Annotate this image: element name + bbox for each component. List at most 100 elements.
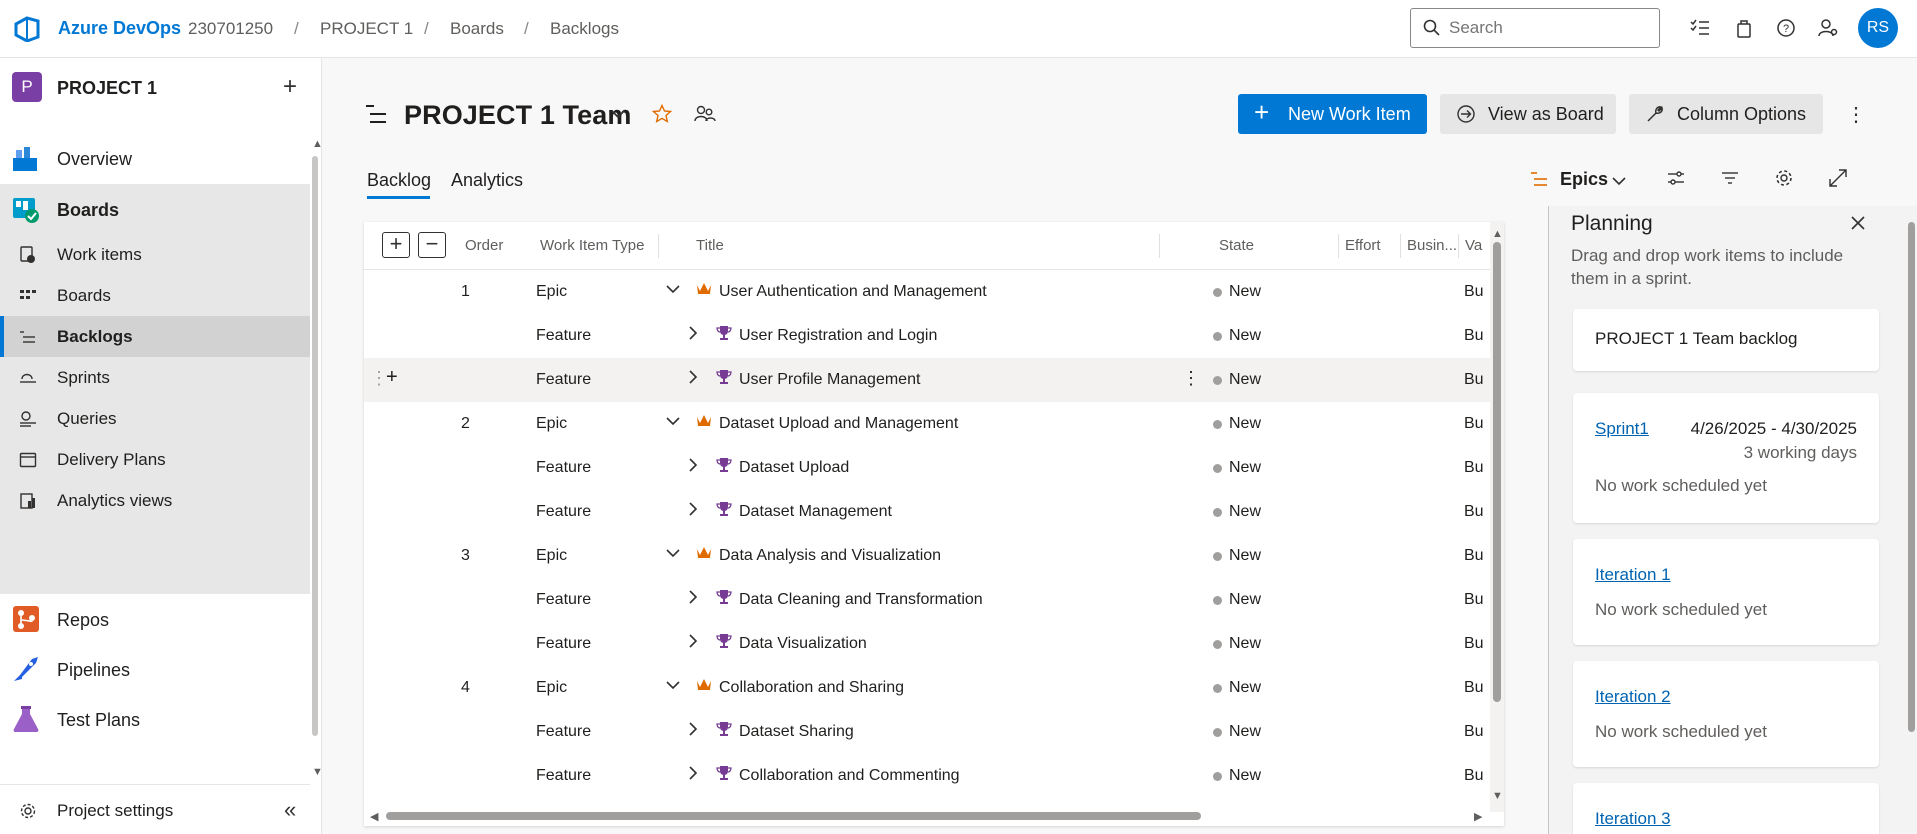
breadcrumb-org[interactable]: 230701250	[188, 19, 273, 39]
breadcrumb-boards[interactable]: Boards	[450, 19, 504, 39]
table-row[interactable]: Feature Dataset Management New Bus	[364, 490, 1490, 534]
row-title[interactable]: Data Visualization	[739, 635, 867, 653]
iteration3-link[interactable]: Iteration 3	[1595, 809, 1671, 829]
scroll-left-arrow[interactable]: ◀	[370, 810, 378, 823]
task-list-icon[interactable]	[1688, 16, 1712, 40]
row-title[interactable]: Collaboration and Sharing	[719, 679, 904, 697]
chevron-right-icon[interactable]	[686, 634, 700, 653]
nav-scrollbar-thumb[interactable]	[312, 156, 318, 736]
scroll-down-arrow[interactable]: ▼	[312, 766, 323, 778]
chevron-right-icon[interactable]	[686, 502, 700, 521]
table-row[interactable]: Feature Data Visualization New Bus	[364, 622, 1490, 666]
sprint1-link[interactable]: Sprint1	[1595, 419, 1649, 439]
nav-overview[interactable]: Overview	[0, 134, 310, 184]
row-title[interactable]: Data Analysis and Visualization	[719, 547, 941, 565]
column-options-button[interactable]: Column Options	[1629, 94, 1823, 134]
sprint-card[interactable]: Sprint1 4/26/2025 - 4/30/2025 3 working …	[1573, 393, 1879, 523]
grid-vertical-thumb[interactable]	[1493, 242, 1501, 702]
planning-scrollbar-thumb[interactable]	[1908, 222, 1915, 732]
iteration-card[interactable]: Iteration 1 No work scheduled yet	[1573, 539, 1879, 645]
chevron-down-icon[interactable]	[666, 282, 680, 301]
project-name[interactable]: PROJECT 1	[57, 78, 157, 99]
backlog-level-selector[interactable]: Epics	[1560, 169, 1608, 190]
row-title[interactable]: Collaboration and Commenting	[739, 767, 960, 785]
user-avatar[interactable]: RS	[1858, 8, 1898, 48]
table-row[interactable]: Feature Collaboration and Commenting New Bu…	[364, 754, 1490, 798]
grid-horizontal-thumb[interactable]	[386, 812, 1201, 820]
row-title[interactable]: User Registration and Login	[739, 327, 937, 345]
chevron-right-icon[interactable]	[686, 766, 700, 785]
new-work-item-button[interactable]: + New Work Item	[1238, 94, 1427, 134]
row-title[interactable]: Dataset Sharing	[739, 723, 854, 741]
row-title[interactable]: Data Cleaning and Transformation	[739, 591, 983, 609]
search-input[interactable]	[1449, 18, 1649, 38]
col-state[interactable]: State	[1219, 237, 1254, 254]
nav-queries[interactable]: Queries	[0, 398, 310, 439]
col-effort[interactable]: Effort	[1345, 237, 1381, 254]
chevron-down-icon[interactable]	[666, 414, 680, 433]
nav-work-items[interactable]: Work items	[0, 234, 310, 275]
brand-link[interactable]: Azure DevOps	[58, 18, 181, 39]
shopping-bag-icon[interactable]	[1732, 16, 1756, 40]
breadcrumb-project[interactable]: PROJECT 1	[320, 19, 413, 39]
project-avatar[interactable]: P	[12, 72, 42, 102]
iteration1-link[interactable]: Iteration 1	[1595, 565, 1671, 585]
nav-backlogs[interactable]: Backlogs	[0, 316, 310, 357]
iteration-card[interactable]: Iteration 2 No work scheduled yet	[1573, 661, 1879, 767]
chevron-right-icon[interactable]	[686, 326, 700, 345]
table-row[interactable]: 4 Epic Collaboration and Sharing New Bus	[364, 666, 1490, 710]
iteration-card[interactable]: Iteration 3	[1573, 783, 1879, 834]
row-more-icon[interactable]: ⋮	[1182, 368, 1200, 389]
col-order[interactable]: Order	[465, 237, 503, 254]
chevron-down-icon[interactable]	[666, 546, 680, 565]
grid-horizontal-scrollbar[interactable]: ◀ ▶	[364, 808, 1490, 824]
table-row[interactable]: 1 Epic User Authentication and Management N…	[364, 270, 1490, 314]
tab-backlog[interactable]: Backlog	[367, 170, 431, 191]
row-title[interactable]: Dataset Upload and Management	[719, 415, 958, 433]
chevron-right-icon[interactable]	[686, 722, 700, 741]
chevron-right-icon[interactable]	[686, 370, 700, 389]
nav-boards[interactable]: Boards	[0, 184, 310, 234]
breadcrumb-backlogs[interactable]: Backlogs	[550, 19, 619, 39]
row-title[interactable]: Dataset Management	[739, 503, 892, 521]
collapse-all-button[interactable]: −	[418, 232, 446, 258]
scroll-right-arrow[interactable]: ▶	[1474, 810, 1482, 823]
settings-gear-icon[interactable]	[1774, 168, 1794, 188]
help-icon[interactable]: ?	[1774, 16, 1798, 40]
nav-pipelines[interactable]: Pipelines	[0, 644, 310, 694]
nav-scrollbar[interactable]: ▲ ▼	[312, 138, 323, 778]
col-value-area[interactable]: Va	[1465, 237, 1482, 254]
table-row[interactable]: ⋮+⋮FeatureUser Profile ManagementNewBus	[364, 358, 1490, 402]
project-settings[interactable]: Project settings «	[0, 784, 310, 834]
collapse-nav-icon[interactable]: «	[284, 797, 296, 823]
row-title[interactable]: Dataset Upload	[739, 459, 849, 477]
iteration2-link[interactable]: Iteration 2	[1595, 687, 1671, 707]
grid-vertical-scrollbar[interactable]: ▲ ▼	[1490, 222, 1504, 812]
row-title[interactable]: User Authentication and Management	[719, 283, 987, 301]
col-work-item-type[interactable]: Work Item Type	[540, 237, 644, 254]
scroll-up-arrow[interactable]: ▲	[1492, 228, 1503, 240]
view-as-board-button[interactable]: View as Board	[1440, 94, 1616, 134]
col-business-value[interactable]: Busin...	[1407, 237, 1457, 254]
team-backlog-card[interactable]: PROJECT 1 Team backlog	[1573, 309, 1879, 371]
nav-test-plans[interactable]: Test Plans	[0, 694, 310, 744]
table-row[interactable]: Feature Data Cleaning and Transformation N…	[364, 578, 1490, 622]
view-options-icon[interactable]	[1666, 168, 1686, 188]
more-options-icon[interactable]: ⋮	[1846, 102, 1866, 127]
close-icon[interactable]	[1849, 214, 1867, 232]
team-dropdown-chevron-icon[interactable]	[610, 106, 626, 122]
planning-scrollbar[interactable]	[1906, 206, 1917, 834]
nav-delivery-plans[interactable]: Delivery Plans	[0, 439, 310, 480]
row-title[interactable]: User Profile Management	[739, 371, 920, 389]
nav-repos[interactable]: Repos	[0, 594, 310, 644]
favorite-star-icon[interactable]	[652, 104, 672, 124]
nav-boards-sub[interactable]: Boards	[0, 275, 310, 316]
user-settings-icon[interactable]	[1816, 16, 1840, 40]
azure-devops-logo-icon[interactable]	[14, 16, 40, 42]
table-row[interactable]: Feature User Registration and Login New Bus	[364, 314, 1490, 358]
scroll-down-arrow[interactable]: ▼	[1492, 790, 1503, 802]
search-box[interactable]	[1410, 8, 1660, 48]
table-row[interactable]: Feature Dataset Upload New Bus	[364, 446, 1490, 490]
nav-sprints[interactable]: Sprints	[0, 357, 310, 398]
table-row[interactable]: 2 Epic Dataset Upload and Management New Bus	[364, 402, 1490, 446]
